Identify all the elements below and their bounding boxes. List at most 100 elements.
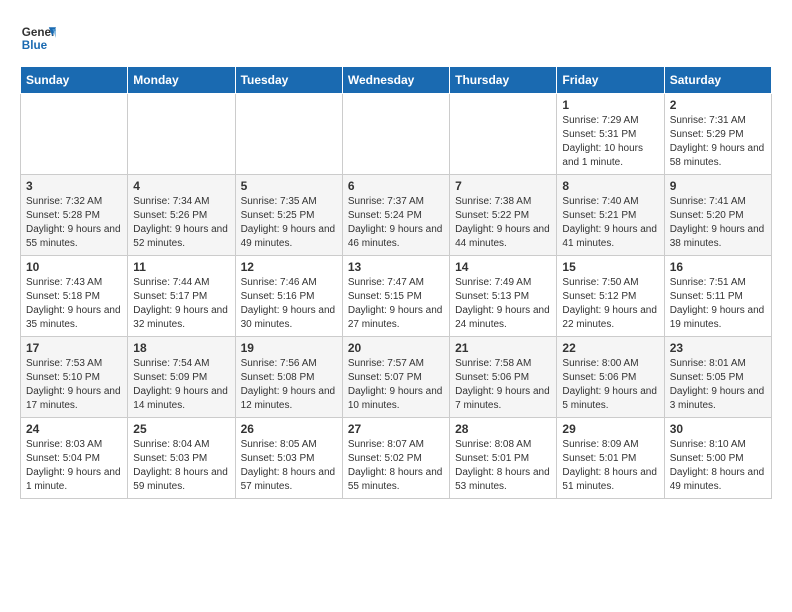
day-info: Sunrise: 7:38 AM Sunset: 5:22 PM Dayligh… — [455, 195, 551, 251]
day-cell: 4Sunrise: 7:34 AM Sunset: 5:26 PM Daylig… — [128, 175, 235, 256]
day-number: 25 — [133, 422, 229, 436]
day-number: 18 — [133, 341, 229, 355]
day-number: 9 — [670, 179, 766, 193]
day-info: Sunrise: 7:34 AM Sunset: 5:26 PM Dayligh… — [133, 195, 229, 251]
day-cell: 6 Sunrise: 7:37 AM Sunset: 5:24 PM Daylig… — [342, 175, 449, 256]
day-number: 26 — [241, 422, 337, 436]
calendar-table: SundayMondayTuesdayWednesdayThursdayFrid… — [20, 66, 772, 499]
day-info: Sunrise: 8:09 AM Sunset: 5:01 PM Dayligh… — [562, 438, 658, 494]
day-info: Sunrise: 7:37 AM Sunset: 5:24 PM Dayligh… — [348, 195, 444, 251]
week-row-2: 3Sunrise: 7:32 AM Sunset: 5:28 PM Daylig… — [21, 175, 772, 256]
day-cell: 22 Sunrise: 8:00 AM Sunset: 5:06 PM Dayli… — [557, 337, 664, 418]
day-cell: 25 Sunrise: 8:04 AM Sunset: 5:03 PM Dayli… — [128, 418, 235, 499]
day-info: Sunrise: 8:10 AM Sunset: 5:00 PM Dayligh… — [670, 438, 766, 494]
weekday-tuesday: Tuesday — [235, 67, 342, 94]
week-row-5: 24 Sunrise: 8:03 AM Sunset: 5:04 PM Dayli… — [21, 418, 772, 499]
day-cell: 1Sunrise: 7:29 AM Sunset: 5:31 PM Daylig… — [557, 94, 664, 175]
day-cell: 16Sunrise: 7:51 AM Sunset: 5:11 PM Dayli… — [664, 256, 771, 337]
day-cell: 30 Sunrise: 8:10 AM Sunset: 5:00 PM Dayli… — [664, 418, 771, 499]
day-cell: 28 Sunrise: 8:08 AM Sunset: 5:01 PM Dayli… — [450, 418, 557, 499]
day-cell: 13 Sunrise: 7:47 AM Sunset: 5:15 PM Dayli… — [342, 256, 449, 337]
day-info: Sunrise: 7:54 AM Sunset: 5:09 PM Dayligh… — [133, 357, 229, 413]
day-cell: 24 Sunrise: 8:03 AM Sunset: 5:04 PM Dayli… — [21, 418, 128, 499]
day-info: Sunrise: 7:50 AM Sunset: 5:12 PM Dayligh… — [562, 276, 658, 332]
day-cell: 20 Sunrise: 7:57 AM Sunset: 5:07 PM Dayli… — [342, 337, 449, 418]
day-info: Sunrise: 8:07 AM Sunset: 5:02 PM Dayligh… — [348, 438, 444, 494]
day-number: 3 — [26, 179, 122, 193]
day-number: 10 — [26, 260, 122, 274]
week-row-3: 10 Sunrise: 7:43 AM Sunset: 5:18 PM Dayli… — [21, 256, 772, 337]
week-row-1: 1Sunrise: 7:29 AM Sunset: 5:31 PM Daylig… — [21, 94, 772, 175]
day-info: Sunrise: 8:04 AM Sunset: 5:03 PM Dayligh… — [133, 438, 229, 494]
day-info: Sunrise: 7:35 AM Sunset: 5:25 PM Dayligh… — [241, 195, 337, 251]
day-cell: 10 Sunrise: 7:43 AM Sunset: 5:18 PM Dayli… — [21, 256, 128, 337]
day-cell — [450, 94, 557, 175]
day-info: Sunrise: 7:47 AM Sunset: 5:15 PM Dayligh… — [348, 276, 444, 332]
day-info: Sunrise: 7:57 AM Sunset: 5:07 PM Dayligh… — [348, 357, 444, 413]
day-number: 27 — [348, 422, 444, 436]
day-cell — [128, 94, 235, 175]
day-number: 22 — [562, 341, 658, 355]
day-cell — [342, 94, 449, 175]
day-info: Sunrise: 8:08 AM Sunset: 5:01 PM Dayligh… — [455, 438, 551, 494]
day-info: Sunrise: 7:53 AM Sunset: 5:10 PM Dayligh… — [26, 357, 122, 413]
weekday-thursday: Thursday — [450, 67, 557, 94]
logo-icon: General Blue — [20, 20, 56, 56]
day-number: 17 — [26, 341, 122, 355]
day-info: Sunrise: 8:03 AM Sunset: 5:04 PM Dayligh… — [26, 438, 122, 494]
day-info: Sunrise: 7:51 AM Sunset: 5:11 PM Dayligh… — [670, 276, 766, 332]
weekday-sunday: Sunday — [21, 67, 128, 94]
day-cell — [21, 94, 128, 175]
day-number: 23 — [670, 341, 766, 355]
day-cell: 27 Sunrise: 8:07 AM Sunset: 5:02 PM Dayli… — [342, 418, 449, 499]
day-info: Sunrise: 7:31 AM Sunset: 5:29 PM Dayligh… — [670, 114, 766, 170]
day-cell: 26 Sunrise: 8:05 AM Sunset: 5:03 PM Dayli… — [235, 418, 342, 499]
day-cell — [235, 94, 342, 175]
weekday-friday: Friday — [557, 67, 664, 94]
weekday-monday: Monday — [128, 67, 235, 94]
day-cell: 11 Sunrise: 7:44 AM Sunset: 5:17 PM Dayli… — [128, 256, 235, 337]
day-info: Sunrise: 8:00 AM Sunset: 5:06 PM Dayligh… — [562, 357, 658, 413]
day-number: 19 — [241, 341, 337, 355]
day-number: 8 — [562, 179, 658, 193]
day-number: 6 — [348, 179, 444, 193]
week-row-4: 17 Sunrise: 7:53 AM Sunset: 5:10 PM Dayli… — [21, 337, 772, 418]
day-number: 11 — [133, 260, 229, 274]
day-cell: 14Sunrise: 7:49 AM Sunset: 5:13 PM Dayli… — [450, 256, 557, 337]
day-cell: 12Sunrise: 7:46 AM Sunset: 5:16 PM Dayli… — [235, 256, 342, 337]
day-cell: 2 Sunrise: 7:31 AM Sunset: 5:29 PM Daylig… — [664, 94, 771, 175]
weekday-header-row: SundayMondayTuesdayWednesdayThursdayFrid… — [21, 67, 772, 94]
day-info: Sunrise: 7:44 AM Sunset: 5:17 PM Dayligh… — [133, 276, 229, 332]
day-info: Sunrise: 7:43 AM Sunset: 5:18 PM Dayligh… — [26, 276, 122, 332]
day-cell: 5Sunrise: 7:35 AM Sunset: 5:25 PM Daylig… — [235, 175, 342, 256]
day-info: Sunrise: 7:58 AM Sunset: 5:06 PM Dayligh… — [455, 357, 551, 413]
day-number: 24 — [26, 422, 122, 436]
day-cell: 23 Sunrise: 8:01 AM Sunset: 5:05 PM Dayli… — [664, 337, 771, 418]
day-cell: 15 Sunrise: 7:50 AM Sunset: 5:12 PM Dayli… — [557, 256, 664, 337]
day-info: Sunrise: 7:41 AM Sunset: 5:20 PM Dayligh… — [670, 195, 766, 251]
day-info: Sunrise: 7:49 AM Sunset: 5:13 PM Dayligh… — [455, 276, 551, 332]
day-number: 29 — [562, 422, 658, 436]
page-header: General Blue — [20, 20, 772, 56]
weekday-wednesday: Wednesday — [342, 67, 449, 94]
day-cell: 3Sunrise: 7:32 AM Sunset: 5:28 PM Daylig… — [21, 175, 128, 256]
day-cell: 9 Sunrise: 7:41 AM Sunset: 5:20 PM Daylig… — [664, 175, 771, 256]
day-cell: 19 Sunrise: 7:56 AM Sunset: 5:08 PM Dayli… — [235, 337, 342, 418]
day-number: 2 — [670, 98, 766, 112]
day-cell: 7 Sunrise: 7:38 AM Sunset: 5:22 PM Daylig… — [450, 175, 557, 256]
day-cell: 17 Sunrise: 7:53 AM Sunset: 5:10 PM Dayli… — [21, 337, 128, 418]
day-number: 20 — [348, 341, 444, 355]
day-number: 15 — [562, 260, 658, 274]
day-info: Sunrise: 7:46 AM Sunset: 5:16 PM Dayligh… — [241, 276, 337, 332]
svg-text:Blue: Blue — [22, 39, 48, 52]
day-info: Sunrise: 7:56 AM Sunset: 5:08 PM Dayligh… — [241, 357, 337, 413]
day-number: 1 — [562, 98, 658, 112]
day-info: Sunrise: 8:05 AM Sunset: 5:03 PM Dayligh… — [241, 438, 337, 494]
day-number: 7 — [455, 179, 551, 193]
day-number: 28 — [455, 422, 551, 436]
day-number: 13 — [348, 260, 444, 274]
day-number: 30 — [670, 422, 766, 436]
day-info: Sunrise: 8:01 AM Sunset: 5:05 PM Dayligh… — [670, 357, 766, 413]
day-number: 21 — [455, 341, 551, 355]
weekday-saturday: Saturday — [664, 67, 771, 94]
